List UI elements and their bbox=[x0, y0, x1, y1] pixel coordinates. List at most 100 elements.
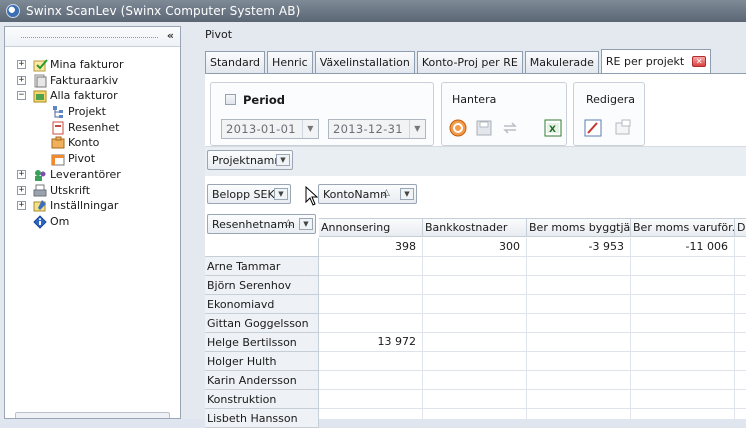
total-cell[interactable]: -3 953 bbox=[527, 238, 631, 257]
table-cell[interactable]: 13 972 bbox=[319, 333, 423, 352]
sidebar-item-inställningar[interactable]: + Inställningar bbox=[5, 198, 180, 214]
table-cell[interactable] bbox=[423, 352, 527, 371]
table-cell[interactable] bbox=[423, 333, 527, 352]
total-cell[interactable]: 398 bbox=[319, 238, 423, 257]
sidebar-item-pivot[interactable]: Pivot bbox=[5, 151, 180, 167]
tab-henric[interactable]: Henric bbox=[267, 51, 313, 73]
total-cell[interactable] bbox=[735, 238, 746, 257]
row-header[interactable]: Helge Bertilsson bbox=[205, 333, 319, 352]
table-cell[interactable] bbox=[631, 276, 735, 295]
column-header[interactable]: Bankkostnader bbox=[423, 218, 527, 237]
table-cell[interactable] bbox=[527, 371, 631, 390]
table-cell[interactable] bbox=[319, 314, 423, 333]
table-cell[interactable] bbox=[735, 333, 746, 352]
table-cell[interactable] bbox=[319, 352, 423, 371]
table-cell[interactable] bbox=[423, 276, 527, 295]
table-cell[interactable] bbox=[527, 352, 631, 371]
save-button[interactable] bbox=[473, 117, 495, 139]
table-cell[interactable] bbox=[527, 314, 631, 333]
column-header[interactable]: Da bbox=[735, 218, 746, 237]
chevron-down-icon[interactable]: ▼ bbox=[299, 218, 313, 230]
table-cell[interactable] bbox=[319, 276, 423, 295]
total-cell[interactable]: 300 bbox=[423, 238, 527, 257]
table-cell[interactable] bbox=[735, 276, 746, 295]
row-header[interactable]: Konstruktion bbox=[205, 390, 319, 409]
table-cell[interactable] bbox=[631, 333, 735, 352]
table-cell[interactable] bbox=[423, 295, 527, 314]
sidebar-item-leverantörer[interactable]: + Leverantörer bbox=[5, 167, 180, 183]
edit-button[interactable] bbox=[582, 117, 604, 139]
row-header[interactable]: Karin Andersson bbox=[205, 371, 319, 390]
row-header[interactable]: Arne Tammar bbox=[205, 257, 319, 276]
refresh-button[interactable] bbox=[447, 117, 469, 139]
new-window-button[interactable] bbox=[612, 117, 634, 139]
expand-icon[interactable]: + bbox=[17, 75, 26, 85]
tab-konto-proj-per-re[interactable]: Konto-Proj per RE bbox=[416, 51, 523, 73]
sidebar-item-projekt[interactable]: Projekt bbox=[5, 104, 180, 120]
tab-re-per-projekt[interactable]: RE per projekt ✕ bbox=[600, 49, 712, 73]
table-cell[interactable] bbox=[631, 371, 735, 390]
tab-makulerade[interactable]: Makulerade bbox=[524, 51, 599, 73]
table-cell[interactable] bbox=[631, 257, 735, 276]
chevron-down-icon[interactable]: ▼ bbox=[302, 120, 318, 138]
table-cell[interactable] bbox=[735, 352, 746, 371]
column-header[interactable]: Annonsering bbox=[319, 218, 423, 237]
row-header[interactable]: Björn Serenhov bbox=[205, 276, 319, 295]
column-field-button[interactable]: KontoNamn △ ▼ bbox=[318, 184, 417, 204]
sidebar-item-fakturaarkiv[interactable]: + Fakturaarkiv bbox=[5, 73, 180, 89]
sidebar-item-mina-fakturor[interactable]: + Mina fakturor bbox=[5, 57, 180, 73]
row-header[interactable]: Holger Hulth bbox=[205, 352, 319, 371]
period-to-field[interactable]: 2013-12-31 ▼ bbox=[328, 119, 426, 139]
expand-icon[interactable]: + bbox=[17, 185, 26, 195]
table-cell[interactable] bbox=[527, 276, 631, 295]
exchange-button[interactable] bbox=[499, 117, 521, 139]
expand-icon[interactable]: + bbox=[17, 60, 26, 69]
column-header[interactable]: Ber moms varuför... bbox=[631, 218, 735, 237]
tab-växelinstallation[interactable]: Växelinstallation bbox=[314, 51, 415, 73]
table-cell[interactable] bbox=[319, 257, 423, 276]
total-cell[interactable]: -11 006 bbox=[631, 238, 735, 257]
sidebar-item-resenhet[interactable]: Resenhet bbox=[5, 120, 180, 136]
collapse-sidebar-button[interactable]: « bbox=[167, 29, 174, 42]
expand-icon[interactable]: + bbox=[17, 169, 26, 179]
period-from-field[interactable]: 2013-01-01 ▼ bbox=[221, 119, 319, 139]
table-cell[interactable] bbox=[631, 352, 735, 371]
table-cell[interactable] bbox=[735, 257, 746, 276]
export-excel-button[interactable]: X bbox=[542, 117, 564, 139]
sidebar-item-om[interactable]: Om bbox=[5, 214, 180, 230]
table-cell[interactable] bbox=[527, 257, 631, 276]
table-cell[interactable] bbox=[735, 314, 746, 333]
table-cell[interactable] bbox=[735, 390, 746, 409]
table-cell[interactable] bbox=[631, 390, 735, 409]
close-tab-icon[interactable]: ✕ bbox=[692, 56, 707, 67]
table-cell[interactable] bbox=[527, 390, 631, 409]
table-cell[interactable] bbox=[631, 314, 735, 333]
column-header[interactable]: Ber moms byggtjä... bbox=[527, 218, 631, 237]
filter-field-button[interactable]: Projektnamn ▼ bbox=[207, 150, 293, 170]
collapse-icon[interactable]: − bbox=[17, 91, 26, 101]
period-checkbox[interactable] bbox=[225, 94, 236, 105]
row-header[interactable]: Ekonomiavd bbox=[205, 295, 319, 314]
table-cell[interactable] bbox=[423, 371, 527, 390]
sidebar-item-konto[interactable]: Konto bbox=[5, 135, 180, 151]
chevron-down-icon[interactable]: ▼ bbox=[274, 188, 288, 200]
row-field-button[interactable]: Resenhetnamn △ ▼ bbox=[207, 214, 316, 234]
expand-icon[interactable]: + bbox=[17, 201, 26, 211]
table-cell[interactable] bbox=[423, 257, 527, 276]
table-cell[interactable] bbox=[631, 295, 735, 314]
table-cell[interactable] bbox=[735, 295, 746, 314]
table-cell[interactable] bbox=[319, 295, 423, 314]
row-header[interactable]: Gittan Goggelsson bbox=[205, 314, 319, 333]
table-cell[interactable] bbox=[423, 314, 527, 333]
chevron-down-icon[interactable]: ▼ bbox=[400, 188, 414, 200]
table-cell[interactable] bbox=[423, 390, 527, 409]
sidebar-item-utskrift[interactable]: + Utskrift bbox=[5, 183, 180, 199]
chevron-down-icon[interactable]: ▼ bbox=[409, 120, 425, 138]
table-cell[interactable] bbox=[527, 333, 631, 352]
chevron-down-icon[interactable]: ▼ bbox=[276, 154, 290, 166]
data-field-button[interactable]: Belopp SEK ▼ bbox=[207, 184, 291, 204]
tab-standard[interactable]: Standard bbox=[205, 51, 266, 73]
sidebar-item-alla-fakturor[interactable]: − Alla fakturor bbox=[5, 88, 180, 104]
table-cell[interactable] bbox=[735, 371, 746, 390]
table-cell[interactable] bbox=[319, 371, 423, 390]
